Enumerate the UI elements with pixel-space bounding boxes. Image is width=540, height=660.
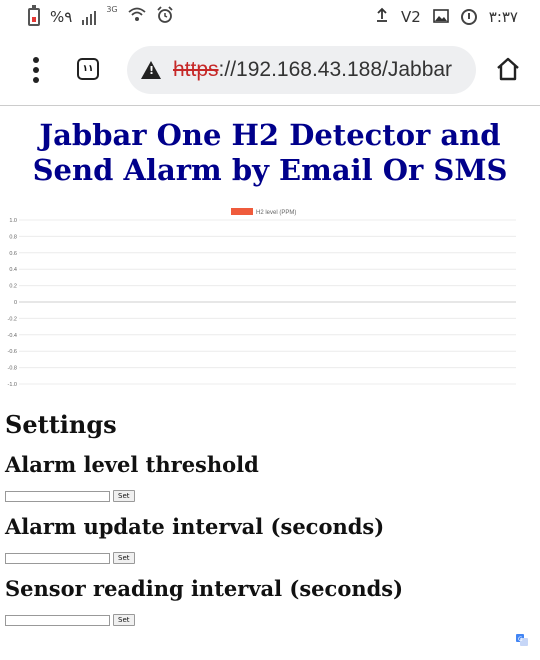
status-indicator-text: V2 <box>400 8 421 26</box>
y-tick-label: -0.8 <box>8 366 17 372</box>
image-icon <box>432 8 449 27</box>
alarm-icon <box>156 6 174 28</box>
alarm-update-interval-row: Set <box>5 552 135 564</box>
not-secure-warning-icon[interactable] <box>141 61 161 79</box>
status-bar: %٩ 3G V2 ٣:٣٧ <box>0 0 540 34</box>
app-notification-icon <box>460 9 477 25</box>
home-button[interactable] <box>495 56 521 82</box>
y-tick-label: 0 <box>14 300 17 306</box>
sensor-reading-interval-set-button[interactable]: Set <box>113 614 135 626</box>
svg-text:G: G <box>518 636 523 643</box>
status-right: V2 ٣:٣٧ <box>375 0 518 34</box>
network-type: 3G <box>106 4 118 14</box>
page-title: Jabbar One H2 Detector and Send Alarm by… <box>32 118 508 187</box>
alarm-threshold-label: Alarm level threshold <box>5 452 259 477</box>
chart-svg: H2 level (PPM) 1.0 0.8 0.6 0.4 0.2 0 -0.2 -0.4 -0… <box>8 208 516 388</box>
alarm-update-interval-set-button[interactable]: Set <box>113 552 135 564</box>
alarm-threshold-input[interactable] <box>5 490 110 502</box>
y-tick-label: 1.0 <box>9 218 17 224</box>
settings-heading: Settings <box>5 410 117 439</box>
chart-legend[interactable]: H2 level (PPM) <box>231 208 296 216</box>
y-tick-label: 0.8 <box>9 234 17 240</box>
y-tick-label: 0.4 <box>9 267 17 273</box>
alarm-threshold-row: Set <box>5 490 135 502</box>
y-tick-label: -0.4 <box>8 333 17 339</box>
url-scheme: https <box>173 58 219 81</box>
battery-icon <box>28 5 40 26</box>
legend-label: H2 level (PPM) <box>256 210 296 216</box>
y-tick-label: -0.6 <box>8 349 17 355</box>
url-text[interactable]: https://192.168.43.188/Jabbar <box>173 58 452 82</box>
upload-icon <box>375 7 389 27</box>
signal-icon <box>82 9 97 25</box>
address-bar[interactable]: https://192.168.43.188/Jabbar <box>127 46 476 94</box>
y-tick-label: 0.2 <box>9 284 17 290</box>
sensor-reading-interval-row: Set <box>5 614 135 626</box>
more-options-button[interactable] <box>26 54 46 86</box>
clock: ٣:٣٧ <box>488 8 518 26</box>
alarm-update-interval-label: Alarm update interval (seconds) <box>5 514 385 539</box>
legend-swatch <box>231 208 253 215</box>
y-tick-label: 0.6 <box>9 251 17 257</box>
battery-percent: %٩ <box>50 8 73 26</box>
h2-level-chart: H2 level (PPM) 1.0 0.8 0.6 0.4 0.2 0 -0.2 -0.4 -0… <box>0 200 540 395</box>
translate-icon[interactable]: G <box>516 631 528 646</box>
y-tick-label: -0.2 <box>8 316 17 322</box>
y-tick-label: -1.0 <box>8 382 17 388</box>
home-icon <box>497 57 519 81</box>
alarm-update-interval-input[interactable] <box>5 552 110 564</box>
url-host-path: ://192.168.43.188/Jabbar <box>218 58 453 81</box>
tab-count: ١١ <box>82 64 94 74</box>
status-left: %٩ 3G <box>28 0 174 34</box>
browser-toolbar: ١١ https://192.168.43.188/Jabbar <box>0 34 540 106</box>
sensor-reading-interval-input[interactable] <box>5 614 110 626</box>
wifi-icon <box>128 7 146 27</box>
tab-switcher-button[interactable]: ١١ <box>77 58 99 80</box>
sensor-reading-interval-label: Sensor reading interval (seconds) <box>5 576 404 601</box>
alarm-threshold-set-button[interactable]: Set <box>113 490 135 502</box>
